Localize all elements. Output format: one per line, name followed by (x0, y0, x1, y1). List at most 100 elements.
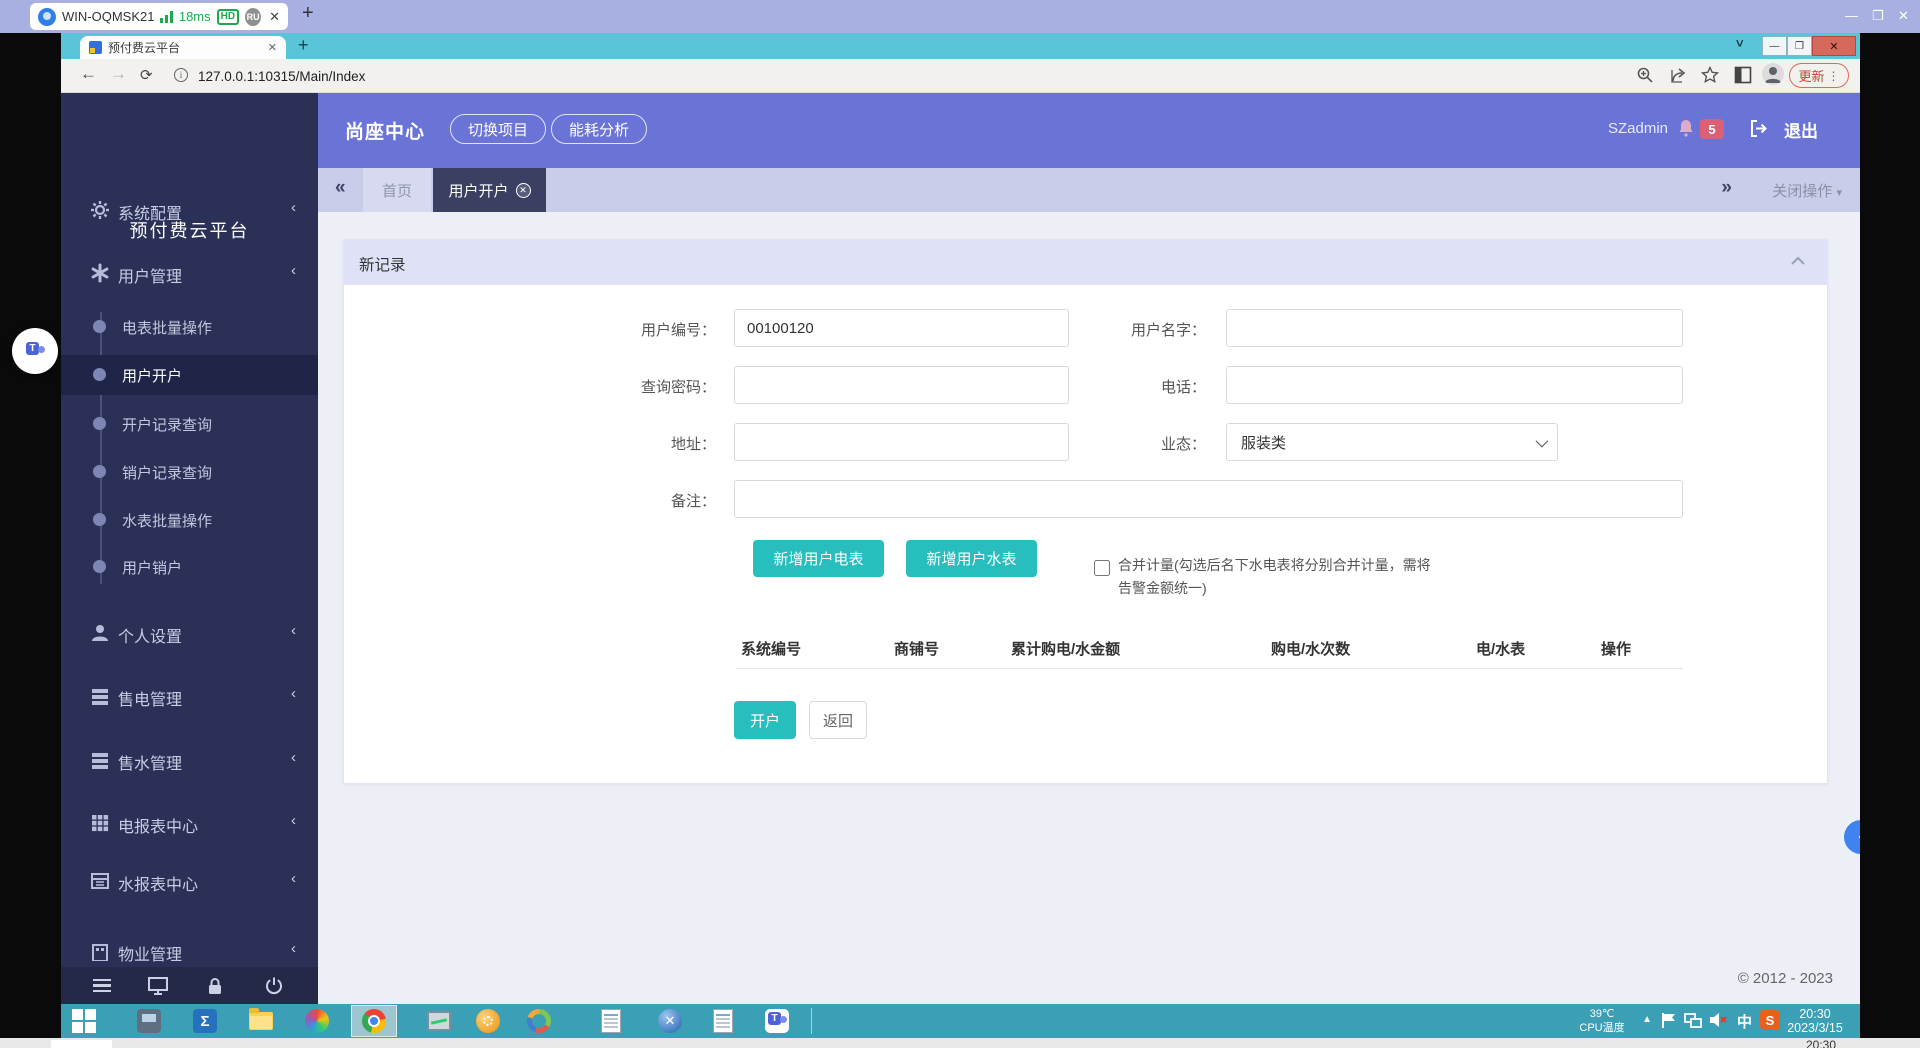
rdp-session-tab[interactable]: WIN-OQMSK21... 18ms HD RU ✕ (30, 3, 288, 30)
forward-icon[interactable]: → (110, 64, 127, 84)
add-water-meter-button[interactable]: 新增用户水表 (906, 540, 1037, 577)
admin-tools-icon[interactable]: ✕ (656, 1007, 684, 1035)
menu-toggle-icon[interactable] (93, 976, 111, 996)
query-password-input[interactable] (734, 366, 1069, 404)
sidebar-item-electricity-sales[interactable]: 售电管理 ‹ (61, 675, 318, 719)
chevron-left-icon: ‹ (291, 940, 296, 957)
energy-analysis-button[interactable]: 能耗分析 (551, 114, 647, 144)
tab-user-open-account[interactable]: 用户开户 ✕ (433, 168, 546, 212)
user-name-label: 用户名字： (1056, 319, 1206, 340)
list-icon (90, 686, 110, 706)
url-text[interactable]: 127.0.0.1:10315/Main/Index (198, 69, 365, 84)
server-manager-icon[interactable] (135, 1007, 163, 1035)
share-icon[interactable] (1670, 66, 1689, 84)
user-name-input[interactable] (1226, 309, 1683, 347)
sidebar-item-system-config[interactable]: 系统配置 ‹ (61, 189, 318, 233)
browser-tab-close-icon[interactable]: ✕ (268, 41, 277, 54)
cpu-temperature-widget[interactable]: 39℃ CPU温度 (1572, 1007, 1632, 1035)
taskbar-clock[interactable]: 20:30 2023/3/15 (1782, 1007, 1848, 1035)
photos-app-icon[interactable] (303, 1007, 331, 1035)
rdp-restore-button[interactable]: ❐ (1872, 8, 1884, 24)
close-operations-dropdown[interactable]: 关闭操作 ▾ (1772, 180, 1842, 201)
reload-icon[interactable]: ⟳ (140, 66, 153, 84)
sidebar-subitem-user-open-account[interactable]: 用户开户 (61, 355, 318, 395)
ime-language-indicator[interactable]: 中 (1737, 1011, 1752, 1032)
volume-muted-icon[interactable] (1708, 1011, 1726, 1029)
sidebar-subitem-user-close-account[interactable]: 用户销户 (61, 547, 318, 587)
sidebar-subitem-meter-batch[interactable]: 电表批量操作 (61, 307, 318, 347)
tab-home[interactable]: 首页 (363, 168, 431, 212)
username-label[interactable]: SZadmin (1608, 120, 1668, 137)
bookmark-star-icon[interactable] (1701, 66, 1719, 84)
rdp-tab-close-icon[interactable]: ✕ (269, 9, 280, 25)
browser-update-button[interactable]: 更新 ⋮ (1789, 63, 1849, 88)
browser-tabs-menu-icon[interactable]: ˅ (1736, 36, 1744, 51)
back-button[interactable]: 返回 (809, 701, 867, 739)
add-electric-meter-button[interactable]: 新增用户电表 (753, 540, 884, 577)
logout-button[interactable]: 退出 (1784, 117, 1818, 142)
rdp-close-button[interactable]: ✕ (1898, 8, 1909, 24)
browser-close-button[interactable]: ✕ (1812, 36, 1856, 56)
rdp-minimize-button[interactable]: — (1845, 8, 1858, 24)
windows-start-button[interactable] (70, 1007, 98, 1035)
back-icon[interactable]: ← (80, 64, 97, 84)
tab-close-icon[interactable]: ✕ (516, 183, 531, 198)
table-header-total-amount: 累计购电/水金额 (1011, 638, 1120, 659)
copyright-footer: © 2012 - 2023 (1738, 970, 1833, 987)
table-divider (736, 668, 1683, 669)
sidebar-subitem-close-record-query[interactable]: 销户记录查询 (61, 452, 318, 492)
collapse-chevron-up-icon[interactable] (1791, 256, 1805, 266)
user-no-input[interactable] (734, 309, 1069, 347)
table-header-shop-no: 商铺号 (894, 638, 939, 659)
network-app-icon[interactable] (525, 1007, 553, 1035)
address-label: 地址： (566, 433, 716, 454)
zoom-icon[interactable] (1636, 66, 1654, 84)
address-input[interactable] (734, 423, 1069, 461)
logout-icon[interactable] (1749, 119, 1768, 138)
browser-menu-dots-icon[interactable]: ⋮ (1828, 69, 1840, 83)
settings-gear-icon[interactable] (474, 1007, 502, 1035)
notification-bell-icon[interactable] (1678, 119, 1694, 137)
file-explorer-icon[interactable] (247, 1007, 275, 1035)
sidebar-item-user-management[interactable]: 用户管理 ‹ (61, 252, 318, 296)
side-panel-icon[interactable] (1734, 66, 1752, 84)
browser-minimize-button[interactable]: — (1762, 36, 1787, 56)
business-type-select[interactable]: 服装类 (1226, 423, 1558, 461)
lock-icon[interactable] (206, 976, 228, 996)
remark-input[interactable] (734, 480, 1683, 518)
browser-tab[interactable]: 预付费云平台 ✕ (80, 36, 286, 59)
hidden-icons-chevron[interactable]: ▲ (1642, 1014, 1652, 1025)
network-status-icon[interactable] (1684, 1011, 1702, 1029)
sidebar-item-water-reports[interactable]: 水报表中心 ‹ (61, 860, 318, 904)
merge-metering-checkbox[interactable] (1094, 560, 1110, 576)
site-info-icon[interactable]: i (174, 68, 188, 82)
open-account-button[interactable]: 开户 (734, 701, 796, 739)
browser-profile-avatar[interactable] (1762, 63, 1784, 85)
sidebar-item-personal-settings[interactable]: 个人设置 ‹ (61, 612, 318, 656)
browser-new-tab-button[interactable]: + (298, 35, 309, 56)
action-center-flag-icon[interactable] (1660, 1011, 1678, 1029)
teams-icon[interactable] (763, 1007, 791, 1035)
floating-teams-bubble[interactable] (12, 328, 58, 374)
log-viewer-icon[interactable] (709, 1007, 737, 1035)
switch-project-button[interactable]: 切换项目 (450, 114, 546, 144)
sidebar-item-water-sales[interactable]: 售水管理 ‹ (61, 739, 318, 783)
power-icon[interactable] (264, 976, 286, 996)
phone-input[interactable] (1226, 366, 1683, 404)
rdp-new-tab-button[interactable]: + (302, 2, 314, 25)
browser-restore-button[interactable]: ❐ (1787, 36, 1812, 56)
monitor-icon[interactable] (147, 976, 169, 996)
chrome-icon[interactable] (360, 1007, 388, 1035)
sidebar-item-electricity-reports[interactable]: 电报表中心 ‹ (61, 802, 318, 846)
rdp-connection-bar: WIN-OQMSK21... 18ms HD RU ✕ + — ❐ ✕ (0, 0, 1920, 33)
sidebar-subitem-open-record-query[interactable]: 开户记录查询 (61, 404, 318, 444)
host-clock: 20:30 (1806, 1038, 1836, 1048)
performance-monitor-icon[interactable] (425, 1007, 453, 1035)
sogou-input-icon[interactable]: S (1760, 1010, 1780, 1030)
sidebar-subitem-water-meter-batch[interactable]: 水表批量操作 (61, 500, 318, 540)
powershell-icon[interactable]: Σ (191, 1007, 219, 1035)
tabs-scroll-left-icon[interactable]: « (335, 177, 346, 199)
notification-count-badge[interactable]: 5 (1700, 119, 1724, 139)
tabs-scroll-right-icon[interactable]: » (1721, 177, 1732, 199)
notepad-icon[interactable] (597, 1007, 625, 1035)
